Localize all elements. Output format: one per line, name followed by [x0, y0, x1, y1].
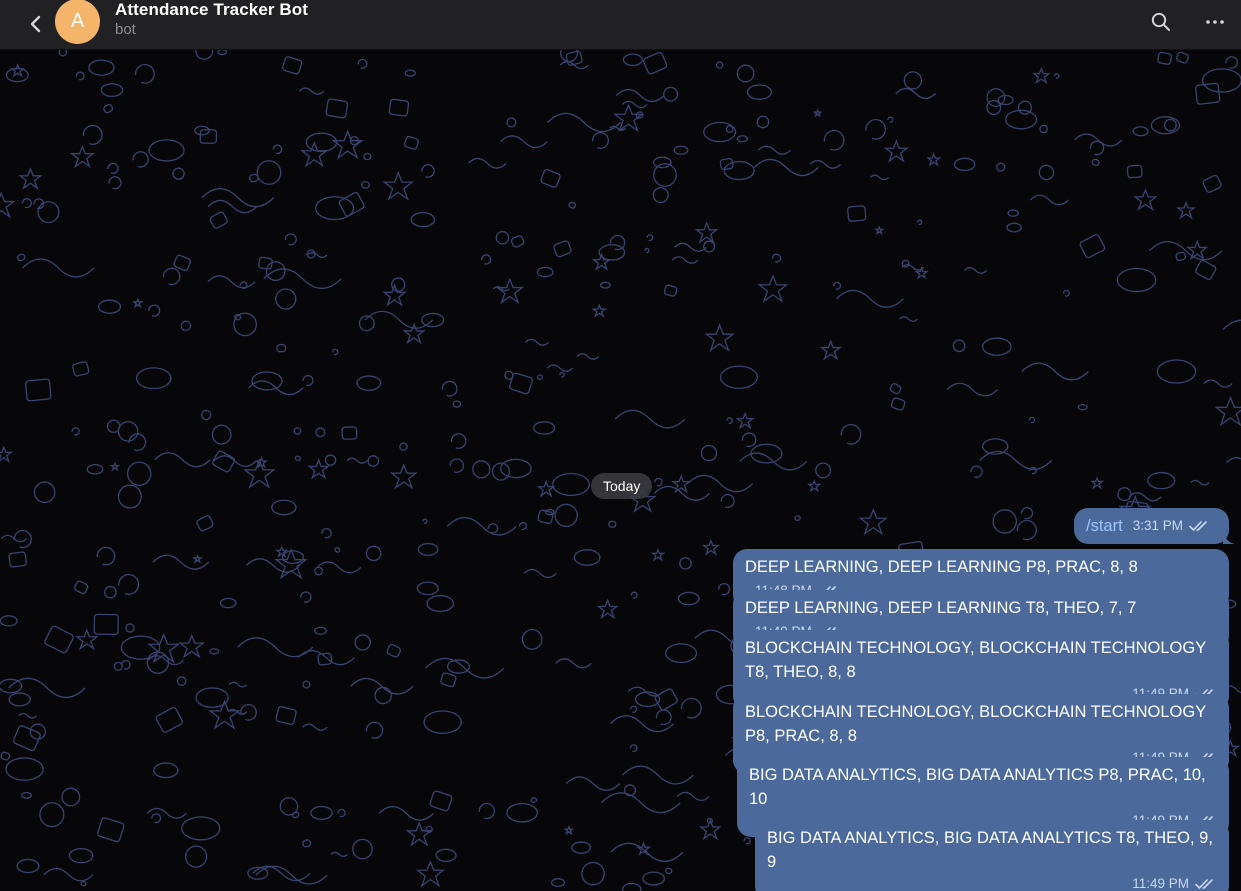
more-horizontal-icon: [1206, 20, 1224, 24]
message-text: DEEP LEARNING, DEEP LEARNING T8, THEO, 7…: [745, 599, 1137, 617]
message-text: DEEP LEARNING, DEEP LEARNING P8, PRAC, 8…: [745, 558, 1138, 576]
chat-header: A Attendance Tracker Bot bot: [0, 0, 1241, 50]
bubble-tail: [1223, 530, 1235, 544]
command-link[interactable]: /start: [1086, 517, 1123, 535]
message-time: 11:49 PM: [1132, 876, 1189, 891]
double-check-icon: [1189, 521, 1207, 531]
chat-area[interactable]: Today /start 3:31 PM DEEP LEARNING, DEEP L…: [0, 50, 1241, 891]
double-check-icon: [1195, 879, 1213, 889]
chat-subtitle: bot: [115, 21, 136, 38]
message-time: 3:31 PM: [1132, 518, 1183, 533]
chevron-left-icon: [30, 15, 41, 33]
more-menu-button[interactable]: [1201, 8, 1229, 36]
message-meta: 11:49 PM: [767, 872, 1217, 891]
search-icon: [1151, 12, 1170, 31]
message-meta: 3:31 PM: [1133, 514, 1211, 538]
date-separator: Today: [591, 473, 653, 499]
message-text: BLOCKCHAIN TECHNOLOGY, BLOCKCHAIN TECHNO…: [745, 703, 1206, 745]
search-button[interactable]: [1147, 8, 1175, 36]
message-text: BLOCKCHAIN TECHNOLOGY, BLOCKCHAIN TECHNO…: [745, 639, 1206, 681]
outgoing-message[interactable]: BIG DATA ANALYTICS, BIG DATA ANALYTICS T…: [755, 820, 1229, 891]
message-text: BIG DATA ANALYTICS, BIG DATA ANALYTICS P…: [749, 766, 1206, 808]
outgoing-message[interactable]: /start 3:31 PM: [1074, 508, 1235, 544]
avatar[interactable]: A: [55, 0, 100, 44]
message-text: BIG DATA ANALYTICS, BIG DATA ANALYTICS T…: [767, 829, 1213, 871]
back-button[interactable]: [22, 10, 50, 38]
bubble-tail: [1223, 886, 1225, 891]
chat-title[interactable]: Attendance Tracker Bot: [115, 0, 308, 20]
